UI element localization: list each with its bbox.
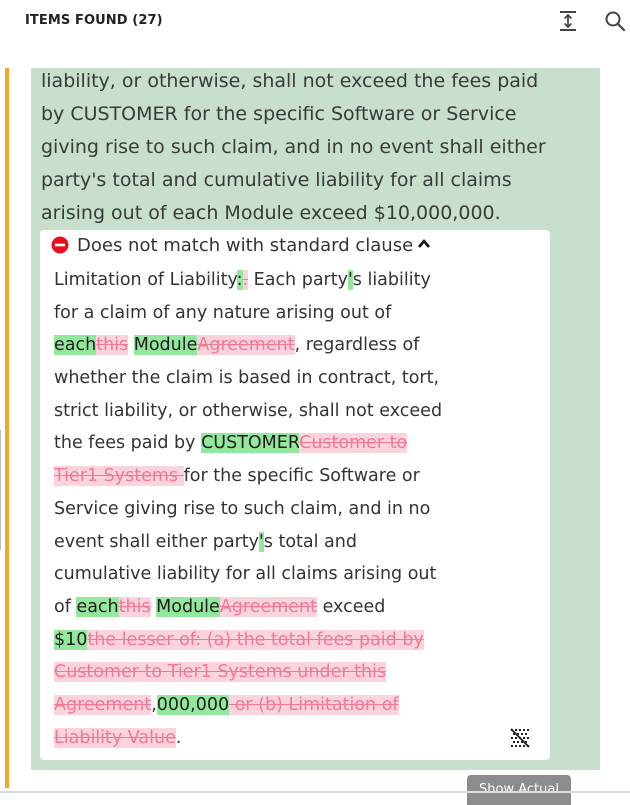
deleted-text: the lesser of: (a) the total fees paid b… <box>87 629 424 650</box>
footer-divider <box>0 791 630 793</box>
unchanged-text: strict liability, or otherwise, shall no… <box>54 400 443 421</box>
clause-line: arising out of each Module exceed $10,00… <box>41 202 501 224</box>
unchanged-text: Service giving rise to such claim, and i… <box>54 498 431 519</box>
deleted-text: Liability Value <box>54 727 176 748</box>
unchanged-text: Limitation of Liability <box>54 270 237 290</box>
clause-line: giving rise to such claim, and in no eve… <box>41 136 546 158</box>
redline-line: whether the claim is based in contract, … <box>54 362 494 395</box>
redline-line: Tier1 Systems for the specific Software … <box>54 460 494 493</box>
redline-line: cumulative liability for all claims aris… <box>54 558 494 591</box>
unchanged-text: whether the claim is based in contract, … <box>54 368 440 389</box>
unchanged-text: exceed <box>317 596 386 617</box>
unchanged-text: s total and <box>263 531 357 552</box>
clause-line: liability, or otherwise, shall not excee… <box>41 70 539 92</box>
unchanged-text <box>128 335 134 355</box>
clause-text: liability, or otherwise, shall not excee… <box>41 65 593 230</box>
show-actual-button[interactable]: Show Actual <box>467 775 571 805</box>
scroll-divider <box>0 430 1 550</box>
unchanged-text: of <box>54 596 77 617</box>
search-icon[interactable] <box>603 9 627 33</box>
clause-result-panel[interactable]: liability, or otherwise, shall not excee… <box>31 68 600 770</box>
deleted-text: Customer to Tier1 Systems under this <box>54 662 387 683</box>
deleted-text: this <box>96 335 129 356</box>
deleted-text: this <box>118 596 151 617</box>
redline-line: $10the lesser of: (a) the total fees pai… <box>54 624 494 657</box>
redline-line: eachthis ModuleAgreement, regardless of <box>54 329 494 362</box>
deleted-text: Agreement <box>219 596 318 617</box>
redline-line: Customer to Tier1 Systems under this <box>54 656 494 689</box>
unchanged-text: for a claim of any nature arising out of <box>54 302 392 323</box>
unchanged-text: . <box>175 727 182 748</box>
unchanged-text: Each party <box>248 270 348 290</box>
inserted-text: each <box>76 596 119 617</box>
redline-line: strict liability, or otherwise, shall no… <box>54 395 494 428</box>
unchanged-text: the fees paid by <box>54 433 202 454</box>
mismatch-label: Does not match with standard clause <box>77 235 414 256</box>
redline-line: event shall either party's total and <box>54 526 494 559</box>
inserted-text: Module <box>133 335 198 356</box>
inserted-text: CUSTOMER <box>201 433 300 454</box>
inserted-text: each <box>54 335 97 356</box>
items-found-title: ITEMS FOUND (27) <box>25 13 163 28</box>
unchanged-text: , <box>151 694 157 715</box>
unchanged-text: cumulative liability for all claims aris… <box>54 564 437 585</box>
mismatch-status[interactable]: Does not match with standard clause <box>51 231 431 261</box>
clause-line: by CUSTOMER for the specific Software or… <box>41 103 517 125</box>
redline-line: the fees paid by CUSTOMERCustomer to <box>54 427 494 460</box>
selection-accent-bar <box>5 68 9 788</box>
redline-line: Limitation of Liability:. Each party's l… <box>54 264 494 297</box>
redline-line: of eachthis ModuleAgreement exceed <box>54 591 494 624</box>
unchanged-text: , regardless of <box>294 335 420 356</box>
unchanged-text: s liability <box>352 270 431 290</box>
collapse-icon[interactable] <box>556 9 580 33</box>
redline-line: Agreement,000,000 or (b) Limitation of <box>54 689 494 722</box>
inserted-text: 000,000 <box>156 694 230 715</box>
redline-text: Limitation of Liability:. Each party's l… <box>54 264 494 754</box>
redline-line: for a claim of any nature arising out of <box>54 297 494 330</box>
clause-line: party's total and cumulative liability f… <box>41 169 512 191</box>
unchanged-text: event shall either party <box>54 531 259 552</box>
results-header: ITEMS FOUND (27) <box>0 0 630 50</box>
unchanged-text: for the specific Software or <box>183 466 420 487</box>
error-icon <box>51 234 69 254</box>
chevron-up-icon[interactable] <box>417 231 431 248</box>
inserted-text: Module <box>156 596 220 617</box>
comparison-card: Does not match with standard clause Limi… <box>40 230 550 760</box>
deleted-text: Customer to <box>299 433 408 454</box>
deleted-text: or (b) Limitation of <box>229 694 399 715</box>
deleted-text: Agreement <box>197 335 295 356</box>
inserted-text: : <box>236 270 243 290</box>
redline-line: Liability Value. <box>54 722 494 755</box>
pattern-toggle-icon[interactable] <box>508 726 532 750</box>
inserted-text: $10 <box>54 629 88 650</box>
deleted-text: Agreement <box>54 694 152 715</box>
redline-line: Service giving rise to such claim, and i… <box>54 493 494 526</box>
deleted-text: Tier1 Systems <box>54 466 184 487</box>
